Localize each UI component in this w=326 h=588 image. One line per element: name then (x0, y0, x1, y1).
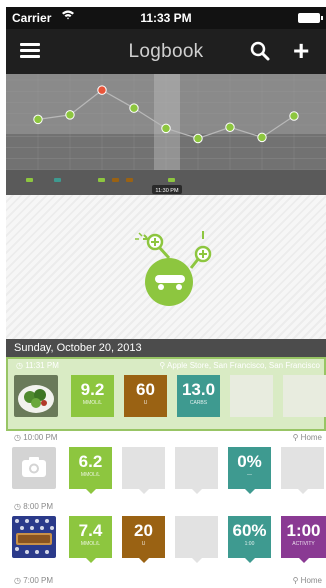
insulin-tile[interactable]: 60 U (124, 375, 167, 422)
entry-meta: ◷ 10:00 PM ⚲ Home (6, 431, 326, 445)
status-bar: Carrier 11:33 PM (6, 7, 326, 29)
insulin-value: 60 (136, 380, 155, 399)
entry-time: ◷ 11:31 PM (16, 361, 59, 370)
highlight-label: 11:30 PM (152, 185, 182, 194)
bg-value: 7.4 (78, 521, 103, 540)
data-point (289, 111, 299, 121)
entry-tiles: 6.2 MMOL/L 0% — (12, 447, 326, 494)
empty-tile[interactable] (230, 375, 273, 422)
carbs-tile[interactable]: 13.0 CARBS (177, 375, 220, 422)
insulin-unit: U (143, 400, 148, 406)
bg-unit: MMOL/L (80, 541, 101, 547)
insulin-value: 20 (134, 521, 153, 540)
event-marker (54, 178, 61, 182)
entry-time: ◷ 7:00 PM (14, 576, 53, 585)
log-entry[interactable]: ◷ 11:31 PM ⚲ Apple Store, San Francisco,… (6, 357, 326, 431)
bg-unit: MMOL/L (82, 400, 103, 406)
bg-unit: MMOL/L (80, 472, 101, 478)
entry-meta: ◷ 8:00 PM (6, 500, 326, 514)
entry-meta: ◷ 11:31 PM ⚲ Apple Store, San Francisco,… (8, 359, 324, 373)
bg-value: 9.2 (80, 380, 105, 399)
insulin-tile[interactable]: 20 U (122, 516, 165, 563)
empty-tile[interactable] (281, 447, 324, 494)
log-entry[interactable]: ◷ 8:00 PM 7.4 MMOL/L 20 U 60% 1:00 1:00 … (6, 500, 326, 576)
empty-tile[interactable] (122, 447, 165, 494)
bg-tile[interactable]: 6.2 MMOL/L (69, 447, 112, 494)
entry-location: ⚲ Home (292, 433, 322, 442)
empty-state-area (6, 195, 326, 339)
data-point (193, 133, 203, 144)
carbs-value: 60% (232, 521, 267, 540)
carbs-unit: — (247, 472, 252, 478)
data-point (33, 114, 43, 125)
bg-tile[interactable]: 7.4 MMOL/L (69, 516, 112, 563)
battery-icon (298, 13, 323, 23)
carbs-unit: CARBS (189, 400, 208, 406)
skateboard-mascot-icon (121, 225, 219, 315)
activity-unit: ACTIVITY (292, 541, 315, 547)
event-marker (26, 178, 33, 182)
event-marker (112, 178, 119, 182)
page-title: Logbook (128, 41, 204, 62)
entry-tiles: 9.2 MMOL/L 60 U 13.0 CARBS (14, 375, 326, 422)
entry-meta: ◷ 7:00 PM ⚲ Home (6, 574, 326, 588)
data-point (65, 110, 75, 120)
log-entry[interactable]: ◷ 10:00 PM ⚲ Home 6.2 MMOL/L 0% — (6, 431, 326, 511)
carbs-value: 0% (237, 452, 262, 471)
status-time: 11:33 PM (140, 11, 192, 25)
data-point (161, 123, 171, 134)
camera-icon[interactable] (12, 447, 56, 489)
insulin-unit: U (141, 541, 146, 547)
data-point (97, 85, 107, 95)
entry-time: ◷ 8:00 PM (14, 502, 53, 511)
log-entry[interactable]: ◷ 7:00 PM ⚲ Home (6, 574, 326, 588)
event-marker (126, 178, 133, 182)
empty-tile[interactable] (175, 447, 218, 494)
entry-location: ⚲ Apple Store, San Francisco, San Franci… (159, 361, 320, 370)
salad-photo[interactable] (14, 375, 58, 417)
activity-value: 1:00 (286, 521, 321, 540)
carbs-tile[interactable]: 60% 1:00 (228, 516, 271, 563)
chart-canvas: 11:30 PM (6, 74, 326, 195)
svg-text:11:30 PM: 11:30 PM (155, 188, 179, 194)
date-header: Sunday, October 20, 2013 (6, 339, 326, 357)
empty-tile[interactable] (175, 516, 218, 563)
empty-tile[interactable] (283, 375, 326, 422)
search-icon[interactable] (249, 40, 271, 62)
event-marker (98, 178, 105, 182)
event-marker (168, 178, 175, 182)
carbs-tile[interactable]: 0% — (228, 447, 271, 494)
activity-tile[interactable]: 1:00 ACTIVITY (281, 516, 326, 563)
glucose-chart[interactable]: 11:30 PM (6, 74, 326, 195)
nav-bar: Logbook + (6, 29, 326, 74)
bar-photo[interactable] (12, 516, 56, 558)
data-point (129, 103, 139, 113)
bg-tile[interactable]: 9.2 MMOL/L (71, 375, 114, 422)
carbs-unit: 1:00 (244, 541, 255, 547)
entry-location: ⚲ Home (292, 576, 322, 585)
carbs-value: 13.0 (181, 380, 216, 399)
data-point (257, 132, 267, 143)
entry-tiles: 7.4 MMOL/L 20 U 60% 1:00 1:00 ACTIVITY (12, 516, 326, 563)
entry-time: ◷ 10:00 PM (14, 433, 58, 442)
bg-value: 6.2 (78, 452, 103, 471)
data-point (225, 122, 235, 132)
add-icon[interactable]: + (293, 37, 309, 65)
